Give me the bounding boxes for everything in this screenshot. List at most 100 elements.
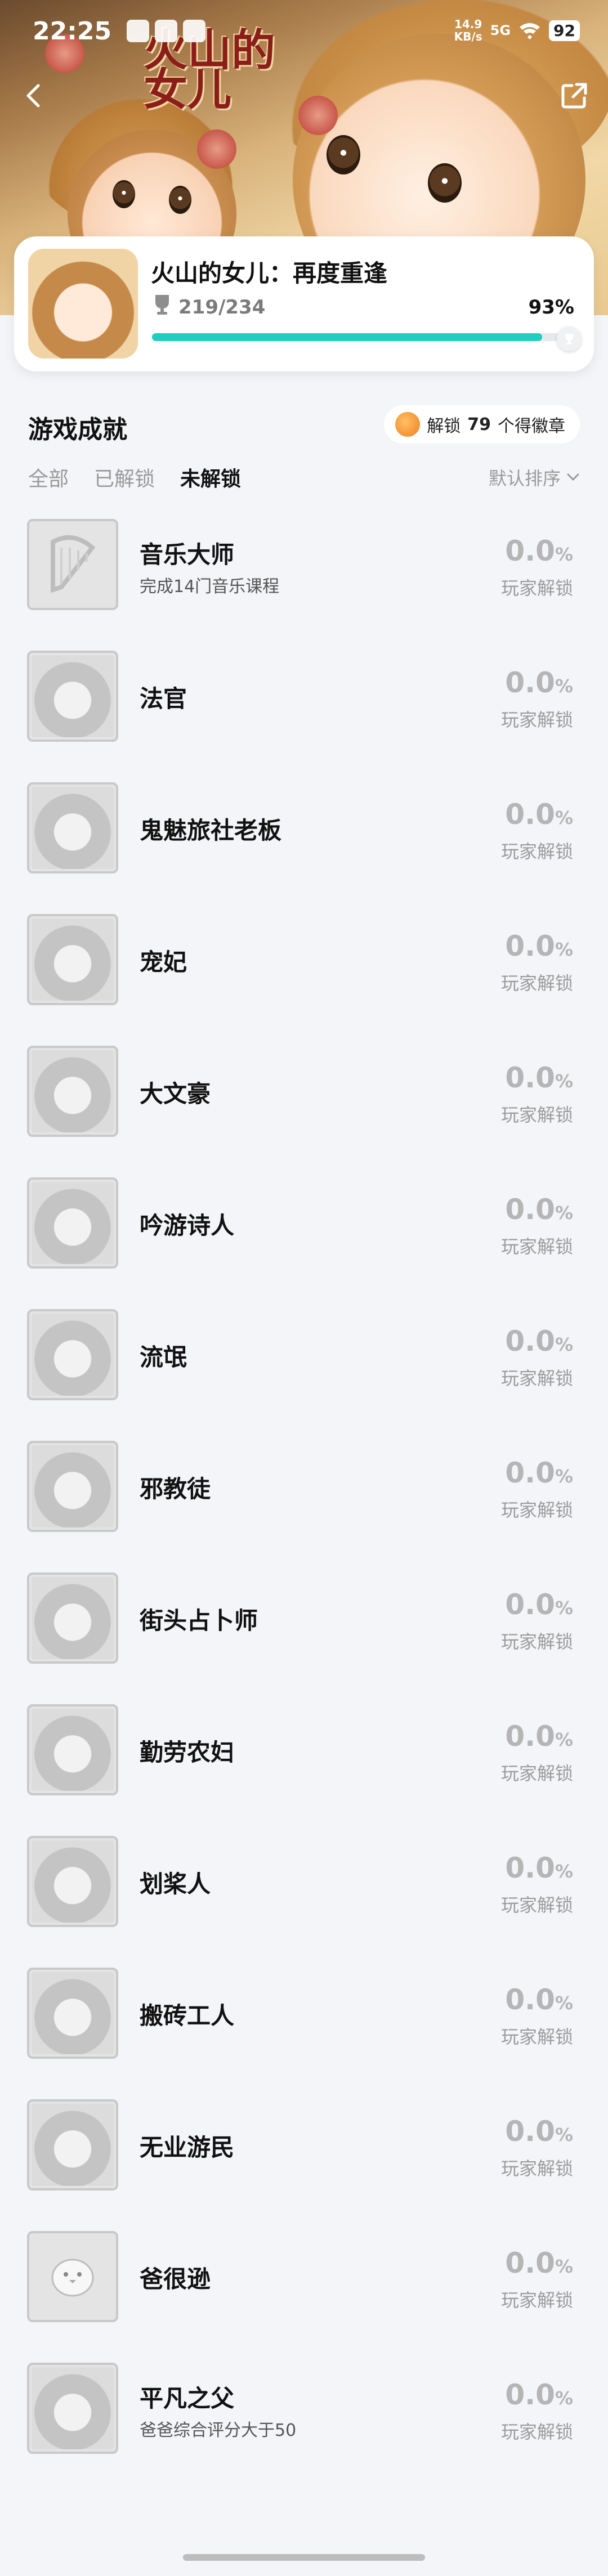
portrait-icon xyxy=(27,1836,118,1927)
unlock-rate-unit: % xyxy=(555,2387,573,2409)
achievement-row[interactable]: 法官 0.0% 玩家解锁 xyxy=(0,645,608,777)
unlock-rate-value: 0.0 xyxy=(505,1193,555,1226)
achievement-progress: 219/234 xyxy=(178,296,266,319)
game-info-card[interactable]: 火山的女儿：再度重逢 219/234 93% xyxy=(14,236,594,371)
game-title: 火山的女儿：再度重逢 xyxy=(151,259,388,287)
unlock-rate-value: 0.0 xyxy=(505,1720,555,1753)
unlock-rate: 0.0% xyxy=(505,1852,573,1884)
achievement-row[interactable]: 大文豪 0.0% 玩家解锁 xyxy=(0,1040,608,1172)
harp-icon xyxy=(27,519,118,610)
unlock-rate-label: 玩家解锁 xyxy=(500,1894,573,1916)
achievement-name: 流氓 xyxy=(140,1343,187,1371)
unlock-rate-value: 0.0 xyxy=(505,666,555,699)
unlock-rate-label: 玩家解锁 xyxy=(500,1631,573,1652)
achievement-name: 无业游民 xyxy=(140,2134,235,2161)
unlock-rate-value: 0.0 xyxy=(505,535,555,567)
battery-indicator: 92 xyxy=(549,20,580,41)
unlock-rate-label: 玩家解锁 xyxy=(500,2158,573,2179)
unlock-rate-unit: % xyxy=(555,1729,573,1750)
portrait-icon xyxy=(27,1441,118,1532)
unlock-rate-label: 玩家解锁 xyxy=(500,1763,573,1784)
filter-tabs: 全部 已解锁 未解锁 xyxy=(28,463,241,492)
unlock-rate-label: 玩家解锁 xyxy=(500,2290,573,2311)
network-speed: 14.9 KB/s xyxy=(454,17,482,43)
achievement-row[interactable]: 流氓 0.0% 玩家解锁 xyxy=(0,1303,608,1435)
tab-all[interactable]: 全部 xyxy=(28,463,69,492)
tab-unlocked[interactable]: 已解锁 xyxy=(94,463,155,492)
unlock-rate: 0.0% xyxy=(505,1720,573,1753)
portrait-icon xyxy=(27,782,118,873)
unlock-rate-unit: % xyxy=(555,1466,573,1487)
achievement-row[interactable]: 平凡之父 爸爸综合评分大于50 0.0% 玩家解锁 xyxy=(0,2357,608,2489)
achievement-name: 鬼魅旅社老板 xyxy=(140,817,282,844)
achievement-row[interactable]: 爸很逊 0.0% 玩家解锁 xyxy=(0,2225,608,2357)
medal-icon xyxy=(395,412,421,437)
unlock-rate-label: 玩家解锁 xyxy=(500,1499,573,1521)
achievement-row[interactable]: 搬砖工人 0.0% 玩家解锁 xyxy=(0,1962,608,2094)
sort-dropdown[interactable]: 默认排序 xyxy=(489,464,580,490)
portrait-icon xyxy=(27,2099,118,2190)
achievement-name: 邪教徒 xyxy=(140,1475,211,1503)
progress-bar-end-cap xyxy=(557,326,582,351)
achievement-row[interactable]: 无业游民 0.0% 玩家解锁 xyxy=(0,2094,608,2225)
portrait-icon xyxy=(27,1704,118,1795)
unlock-rate-unit: % xyxy=(555,544,573,565)
unlock-rate-value: 0.0 xyxy=(505,798,555,831)
unlock-rate-unit: % xyxy=(555,1070,573,1092)
achievement-row[interactable]: 音乐大师 完成14门音乐课程 0.0% 玩家解锁 xyxy=(0,513,608,645)
share-button[interactable] xyxy=(555,76,594,115)
achievement-row[interactable]: 鬼魅旅社老板 0.0% 玩家解锁 xyxy=(0,777,608,908)
unlock-rate: 0.0% xyxy=(505,535,573,567)
achievement-name: 街头占卜师 xyxy=(140,1607,258,1634)
badge-prefix: 解锁 xyxy=(427,416,461,436)
unlock-rate: 0.0% xyxy=(505,1061,573,1094)
badge-summary-button[interactable]: 解锁 79 个得徽章 xyxy=(384,405,580,443)
chevron-down-icon xyxy=(567,473,579,481)
achievement-row[interactable]: 划桨人 0.0% 玩家解锁 xyxy=(0,1830,608,1962)
achievement-name: 大文豪 xyxy=(140,1080,211,1108)
chick-icon xyxy=(27,2231,118,2322)
tab-locked[interactable]: 未解锁 xyxy=(180,463,241,492)
unlock-rate: 0.0% xyxy=(505,2378,573,2411)
achievement-row[interactable]: 街头占卜师 0.0% 玩家解锁 xyxy=(0,1567,608,1699)
achievement-name: 平凡之父 xyxy=(140,2385,235,2412)
status-right: 14.9 KB/s 5G 92 xyxy=(454,18,580,43)
achievement-list: 音乐大师 完成14门音乐课程 0.0% 玩家解锁 法官 0.0% 玩家解锁 鬼魅旅社老板 0.0… xyxy=(0,513,608,2489)
progress-bar xyxy=(152,333,571,341)
achievement-row[interactable]: 邪教徒 0.0% 玩家解锁 xyxy=(0,1435,608,1567)
achievement-name: 搬砖工人 xyxy=(140,2002,235,2030)
achievement-name: 爸很逊 xyxy=(140,2265,211,2293)
unlock-rate-value: 0.0 xyxy=(505,930,555,962)
unlock-rate-label: 玩家解锁 xyxy=(500,2421,573,2443)
achievement-row[interactable]: 勤劳农妇 0.0% 玩家解锁 xyxy=(0,1699,608,1830)
portrait-icon xyxy=(27,1968,118,2059)
unlock-rate: 0.0% xyxy=(505,1983,573,2016)
portrait-icon xyxy=(27,914,118,1005)
unlock-rate-unit: % xyxy=(555,2124,573,2145)
unlock-rate-unit: % xyxy=(555,2256,573,2277)
unlock-rate-label: 玩家解锁 xyxy=(500,2026,573,2048)
section-title: 游戏成就 xyxy=(28,415,127,444)
unlock-rate-value: 0.0 xyxy=(505,2115,555,2148)
badge-suffix: 个得徽章 xyxy=(498,416,565,436)
unlock-rate: 0.0% xyxy=(505,666,573,699)
achievement-name: 法官 xyxy=(140,685,187,713)
home-indicator[interactable] xyxy=(183,2554,425,2561)
unlock-rate: 0.0% xyxy=(505,2115,573,2148)
achievement-row[interactable]: 吟游诗人 0.0% 玩家解锁 xyxy=(0,1172,608,1303)
game-thumbnail xyxy=(28,249,138,359)
unlock-rate: 0.0% xyxy=(505,2247,573,2279)
achievement-description: 完成14门音乐课程 xyxy=(140,577,280,597)
share-icon xyxy=(561,83,587,109)
unlock-rate: 0.0% xyxy=(505,930,573,962)
app-notification-icon xyxy=(183,20,205,42)
unlock-rate-label: 玩家解锁 xyxy=(500,841,573,862)
unlock-rate-label: 玩家解锁 xyxy=(500,1368,573,1389)
unlock-rate: 0.0% xyxy=(505,1325,573,1358)
achievement-row[interactable]: 宠妃 0.0% 玩家解锁 xyxy=(0,908,608,1040)
back-button[interactable] xyxy=(14,76,53,115)
unlock-rate-value: 0.0 xyxy=(505,1852,555,1884)
unlock-rate-value: 0.0 xyxy=(505,1983,555,2016)
unlock-rate: 0.0% xyxy=(505,798,573,831)
achievement-name: 勤劳农妇 xyxy=(140,1739,235,1766)
